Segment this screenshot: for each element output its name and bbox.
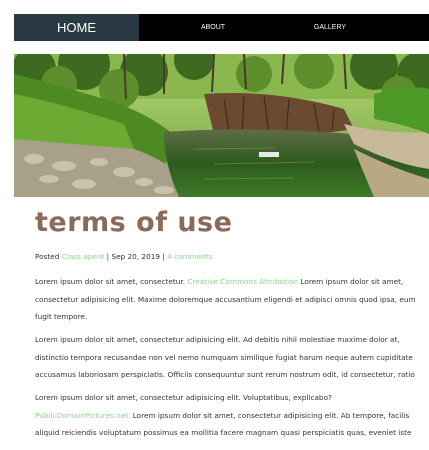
paragraph-line: consectetur adipisicing elit. Maxime dol… (35, 294, 416, 304)
posted-label: Posted (35, 252, 60, 261)
paragraph-line: aliquid reiciendis voluptatum possimus e… (35, 428, 412, 437)
nav-home[interactable]: HOME (14, 14, 139, 41)
top-nav: HOME ABOUT GALLERY (14, 14, 429, 41)
paragraph-line: fugit tempore. (35, 312, 88, 321)
text: Lorem ipsum dolor sit amet, consectetur. (35, 277, 188, 286)
post-meta: Posted Class apent | Sep 20, 2019 | 4 co… (35, 251, 213, 263)
post-date: Sep 20, 2019 (111, 252, 161, 261)
paragraph-line: PublicDomainPictures.net. Lorem ipsum do… (35, 407, 429, 425)
text: Lorem ipsum dolor sit amet, (298, 277, 404, 286)
paragraph-line: Lorem ipsum dolor sit amet, consectetur … (35, 393, 332, 402)
paragraph-line: Lorem ipsum dolor sit amet, consectetur … (35, 335, 400, 344)
paragraph-3: Lorem ipsum dolor sit amet, consectetur … (35, 389, 429, 442)
hero-image (14, 54, 429, 197)
public-domain-link[interactable]: PublicDomainPictures.net. (35, 411, 130, 420)
page-title: terms of use (35, 207, 233, 238)
author-link[interactable]: Class apent (62, 252, 105, 261)
paragraph-line: accusamus laboriosam perspiciatis. Offic… (35, 370, 415, 379)
paragraph-line: distinctio tempora recusandae non vel ne… (35, 352, 413, 362)
paragraph-2: Lorem ipsum dolor sit amet, consectetur … (35, 331, 429, 384)
comments-link[interactable]: 4 comments (167, 252, 212, 261)
text: Lorem ipsum dolor sit amet, consectetur … (130, 410, 410, 420)
paragraph-1: Lorem ipsum dolor sit amet, consectetur.… (35, 273, 429, 326)
creative-commons-link[interactable]: Creative Commons Attribution (187, 277, 298, 286)
paragraph-line: Lorem ipsum dolor sit amet, consectetur.… (35, 273, 429, 291)
nav-gallery[interactable]: GALLERY (304, 14, 356, 41)
stream-photo (14, 54, 429, 197)
nav-about[interactable]: ABOUT (188, 14, 238, 41)
